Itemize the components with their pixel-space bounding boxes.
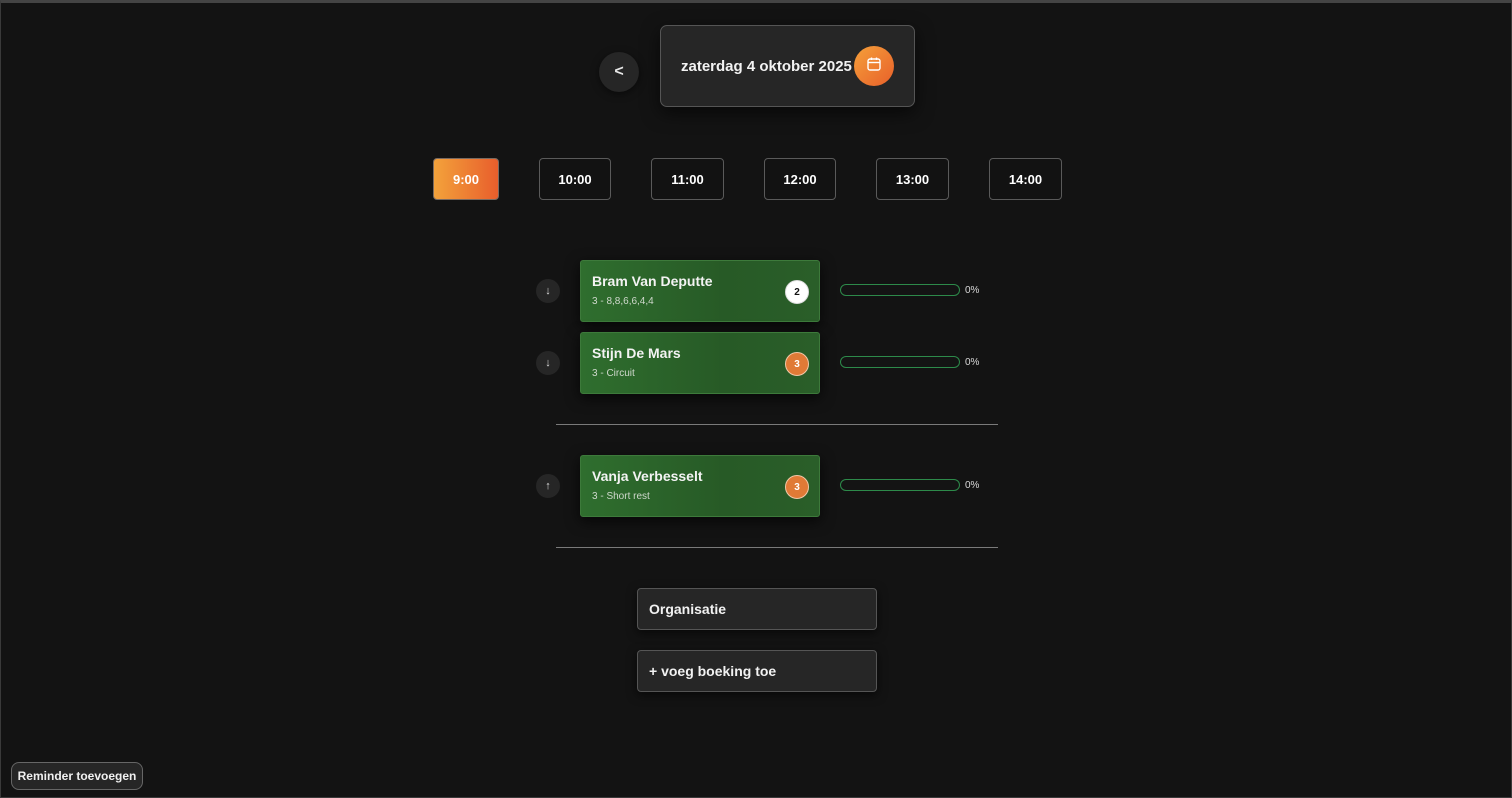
booking-name: Stijn De Mars (592, 345, 681, 361)
time-slot-1300[interactable]: 13:00 (876, 158, 949, 200)
progress-bar (840, 284, 960, 296)
section-divider (556, 424, 998, 425)
progress-bar (840, 356, 960, 368)
move-down-button[interactable]: ↓ (536, 279, 560, 303)
booking-detail: 3 - 8,8,6,6,4,4 (592, 296, 654, 307)
booking-count-badge: 3 (785, 352, 809, 376)
date-card: zaterdag 4 oktober 2025 (660, 25, 915, 107)
section-divider (556, 547, 998, 548)
time-slot-0900[interactable]: 9:00 (433, 158, 499, 200)
booking-card[interactable]: Bram Van Deputte 3 - 8,8,6,6,4,4 2 (580, 260, 820, 322)
calendar-icon (866, 56, 882, 77)
time-slot-1400[interactable]: 14:00 (989, 158, 1062, 200)
move-up-button[interactable]: ↑ (536, 474, 560, 498)
booking-card[interactable]: Stijn De Mars 3 - Circuit 3 (580, 332, 820, 394)
booking-count-badge: 3 (785, 475, 809, 499)
time-slot-1100[interactable]: 11:00 (651, 158, 724, 200)
time-slot-1200[interactable]: 12:00 (764, 158, 836, 200)
add-reminder-button[interactable]: Reminder toevoegen (11, 762, 143, 790)
app-frame: < zaterdag 4 oktober 2025 9:00 10:00 11:… (0, 0, 1512, 798)
previous-day-button[interactable]: < (599, 52, 639, 92)
add-booking-button[interactable]: + voeg boeking toe (637, 650, 877, 692)
booking-count-badge: 2 (785, 280, 809, 304)
booking-card[interactable]: Vanja Verbesselt 3 - Short rest 3 (580, 455, 820, 517)
calendar-button[interactable] (854, 46, 894, 86)
current-date: zaterdag 4 oktober 2025 (681, 58, 852, 75)
booking-detail: 3 - Short rest (592, 491, 650, 502)
organisatie-button[interactable]: Organisatie (637, 588, 877, 630)
progress-bar (840, 479, 960, 491)
booking-detail: 3 - Circuit (592, 368, 635, 379)
booking-name: Bram Van Deputte (592, 273, 713, 289)
progress-percent: 0% (965, 285, 980, 296)
time-slot-1000[interactable]: 10:00 (539, 158, 611, 200)
progress-percent: 0% (965, 357, 980, 368)
progress-percent: 0% (965, 480, 980, 491)
move-down-button[interactable]: ↓ (536, 351, 560, 375)
booking-name: Vanja Verbesselt (592, 468, 703, 484)
